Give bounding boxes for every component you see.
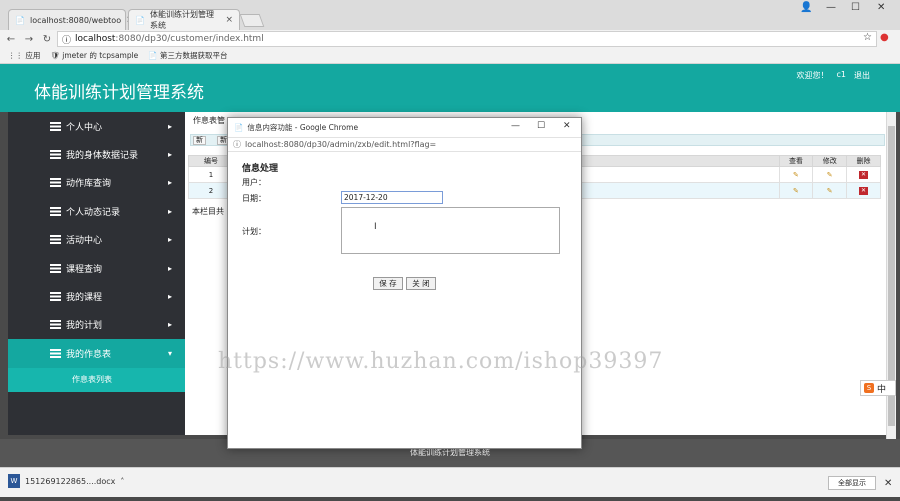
sidebar-subitem-schedule-list[interactable]: 作息表列表 bbox=[8, 367, 185, 392]
col-view: 查看 bbox=[778, 155, 814, 167]
tab-app[interactable]: 📄 体能训练计划管理系统 × bbox=[128, 9, 240, 30]
bookmark-thirdparty[interactable]: 📄 第三方数据获取平台 bbox=[148, 50, 227, 61]
view-pencil-icon[interactable]: ✎ bbox=[778, 166, 814, 183]
show-all-downloads-button[interactable]: 全部显示 bbox=[828, 476, 876, 490]
plan-textarea[interactable]: I bbox=[341, 207, 560, 254]
sidebar-item-action-library[interactable]: 动作库查询 ▸ bbox=[8, 169, 185, 197]
logout-link[interactable]: 退出 bbox=[854, 70, 870, 81]
close-window-icon[interactable]: ✕ bbox=[563, 121, 571, 131]
popup-url-bar[interactable]: ⓘ localhost:8080/dp30/admin/zxb/edit.htm… bbox=[228, 138, 581, 152]
close-shelf-icon[interactable]: ✕ bbox=[884, 478, 892, 489]
sidebar: 个人中心 ▸ 我的身体数据记录 ▸ 动作库查询 ▸ 个人动态记录 ▸ 活动中心 … bbox=[8, 112, 185, 435]
close-window-icon[interactable]: ✕ bbox=[877, 2, 885, 13]
form-title: 信息处理 bbox=[242, 164, 279, 174]
browser-tabbar: 📄 localhost:8080/webtoo × 📄 体能训练计划管理系统 ×… bbox=[0, 0, 900, 30]
page-icon: 📄 bbox=[234, 123, 244, 132]
toolbar-new-button[interactable]: 新 bbox=[193, 136, 206, 145]
stack-icon bbox=[50, 206, 61, 216]
info-icon: ⓘ bbox=[62, 35, 72, 46]
stack-icon bbox=[50, 263, 61, 273]
stack-icon bbox=[50, 178, 61, 188]
sidebar-item-my-schedule[interactable]: 我的作息表 ▾ bbox=[8, 339, 185, 368]
stack-icon bbox=[50, 121, 61, 131]
sidebar-item-personal-center[interactable]: 个人中心 ▸ bbox=[8, 112, 185, 140]
minimize-icon[interactable]: — bbox=[826, 2, 836, 13]
maximize-icon[interactable]: ☐ bbox=[537, 121, 545, 131]
back-icon[interactable]: ← bbox=[4, 34, 18, 45]
record-count-note: 本栏目共 bbox=[192, 207, 224, 216]
username: c1 bbox=[836, 70, 847, 79]
bookmark-jmeter[interactable]: 🛡 jmeter 的 tcpsample bbox=[50, 50, 138, 61]
app-title: 体能训练计划管理系统 bbox=[34, 83, 204, 103]
stack-icon bbox=[50, 235, 61, 245]
plan-label: 计划： bbox=[242, 227, 266, 236]
save-button[interactable]: 保 存 bbox=[373, 277, 403, 290]
edit-pencil-icon[interactable]: ✎ bbox=[812, 182, 848, 199]
page-icon: 📄 bbox=[15, 15, 25, 25]
close-button[interactable]: 关 闭 bbox=[406, 277, 436, 290]
url-input[interactable]: ⓘ localhost:8080/dp30/customer/index.htm… bbox=[57, 31, 877, 47]
page-icon: 📄 bbox=[135, 15, 145, 25]
chevron-right-icon: ▸ bbox=[168, 150, 173, 160]
header-links: 欢迎您！ c1 退出 bbox=[797, 70, 871, 81]
sidebar-item-my-courses[interactable]: 我的课程 ▸ bbox=[8, 282, 185, 310]
edit-pencil-icon[interactable]: ✎ bbox=[812, 166, 848, 183]
chevron-right-icon: ▸ bbox=[168, 206, 173, 216]
date-field[interactable]: 2017-12-20 bbox=[341, 191, 443, 204]
col-delete: 删除 bbox=[846, 155, 881, 167]
sidebar-item-personal-dynamics[interactable]: 个人动态记录 ▸ bbox=[8, 197, 185, 225]
welcome-text: 欢迎您！ bbox=[796, 71, 829, 80]
bookmarks-bar: ⋮⋮ 应用 🛡 jmeter 的 tcpsample 📄 第三方数据获取平台 bbox=[0, 48, 900, 64]
chevron-right-icon: ▸ bbox=[168, 320, 173, 330]
sogou-icon: S bbox=[864, 383, 874, 393]
reload-icon[interactable]: ↻ bbox=[40, 34, 54, 45]
stack-icon bbox=[50, 320, 61, 330]
user-label: 用户： bbox=[242, 178, 266, 187]
bookmark-apps[interactable]: ⋮⋮ 应用 bbox=[8, 50, 40, 61]
extension-icon[interactable]: ● bbox=[880, 32, 889, 43]
col-edit: 修改 bbox=[812, 155, 848, 167]
watermark: https://www.huzhan.com/ishop39397 bbox=[218, 349, 664, 374]
ime-indicator[interactable]: S 中 bbox=[860, 380, 896, 396]
word-doc-icon: W bbox=[8, 474, 20, 488]
info-icon: ⓘ bbox=[233, 140, 241, 149]
chevron-right-icon: ▸ bbox=[168, 292, 173, 302]
breadcrumb: 作息表管 bbox=[193, 116, 225, 125]
chevron-right-icon: ▸ bbox=[168, 121, 173, 131]
delete-icon[interactable]: ✕ bbox=[846, 166, 881, 183]
minimize-icon[interactable]: — bbox=[511, 121, 520, 131]
forward-icon[interactable]: → bbox=[22, 34, 36, 45]
sidebar-item-my-plan[interactable]: 我的计划 ▸ bbox=[8, 311, 185, 339]
chevron-right-icon: ▸ bbox=[168, 263, 173, 273]
stack-icon bbox=[50, 292, 61, 302]
chevron-down-icon: ▾ bbox=[168, 348, 173, 358]
close-icon[interactable]: × bbox=[225, 15, 233, 25]
edit-popup-window: 📄 信息内容功能 - Google Chrome — ☐ ✕ ⓘ localho… bbox=[227, 117, 582, 449]
sidebar-item-course-query[interactable]: 课程查询 ▸ bbox=[8, 254, 185, 282]
delete-icon[interactable]: ✕ bbox=[846, 182, 881, 199]
download-item[interactable]: W 151269122865....docx ˄ bbox=[8, 474, 124, 488]
sidebar-item-activity-center[interactable]: 活动中心 ▸ bbox=[8, 226, 185, 254]
stack-icon bbox=[50, 150, 61, 160]
tab-webtools[interactable]: 📄 localhost:8080/webtoo × bbox=[8, 9, 134, 30]
stack-icon bbox=[50, 348, 61, 358]
maximize-icon[interactable]: ☐ bbox=[851, 2, 860, 13]
bookmark-star-icon[interactable]: ☆ bbox=[863, 32, 872, 43]
chevron-right-icon: ▸ bbox=[168, 178, 173, 188]
user-icon[interactable]: 👤 bbox=[800, 2, 812, 13]
new-tab-button[interactable] bbox=[239, 14, 265, 27]
view-pencil-icon[interactable]: ✎ bbox=[778, 182, 814, 199]
chevron-up-icon[interactable]: ˄ bbox=[120, 477, 124, 486]
sidebar-item-body-data[interactable]: 我的身体数据记录 ▸ bbox=[8, 140, 185, 168]
chevron-right-icon: ▸ bbox=[168, 235, 173, 245]
popup-titlebar: 📄 信息内容功能 - Google Chrome — ☐ ✕ bbox=[228, 118, 581, 138]
download-shelf: W 151269122865....docx ˄ 全部显示 ✕ bbox=[0, 467, 900, 497]
text-cursor-icon: I bbox=[374, 222, 377, 232]
date-label: 日期： bbox=[242, 194, 266, 203]
